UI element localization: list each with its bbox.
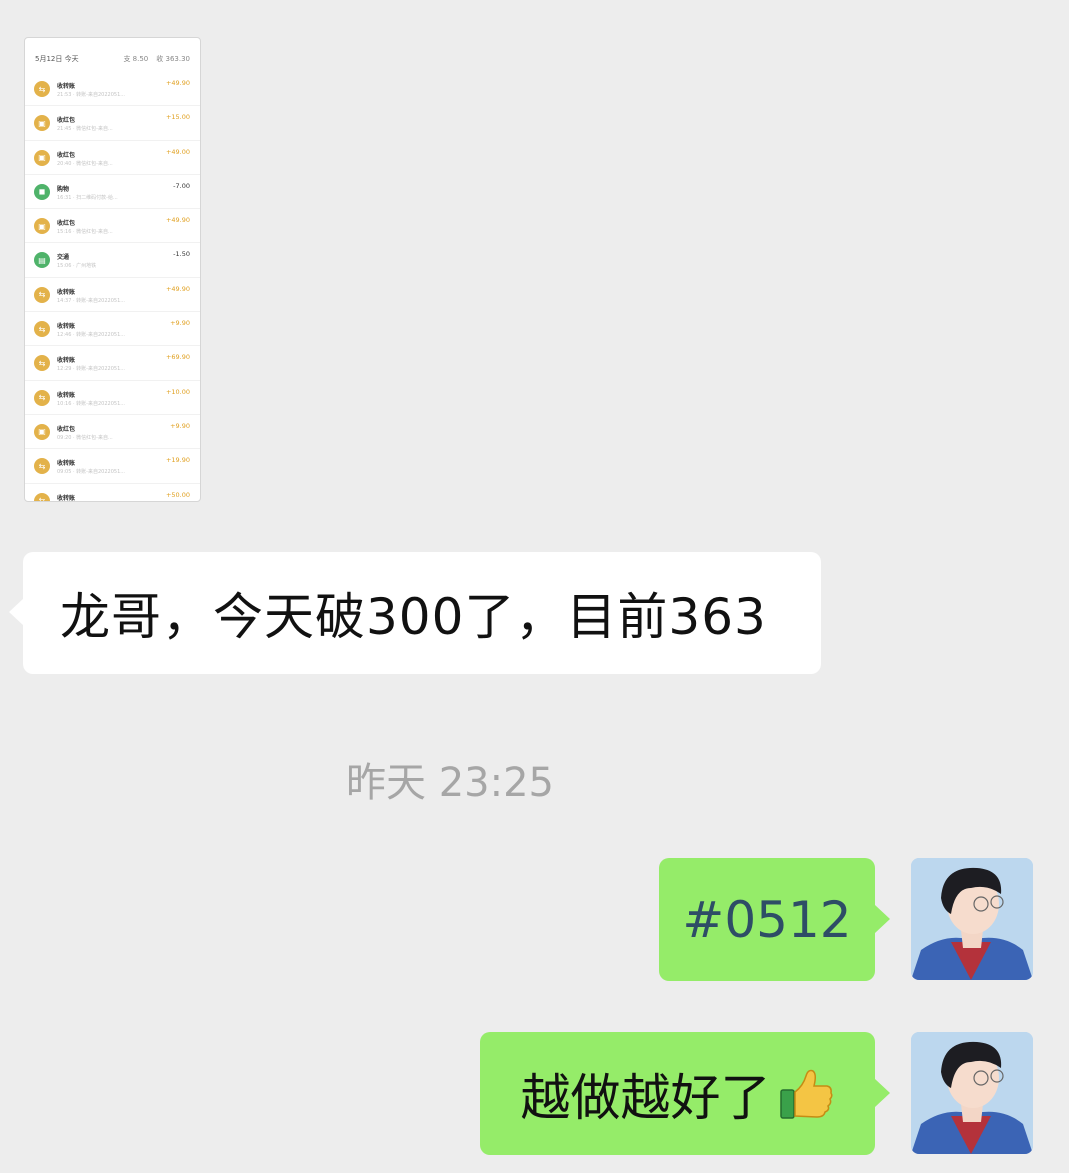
message-timestamp: 昨天 23:25 [346, 760, 554, 806]
expense-total: 支 8.50 [123, 55, 149, 63]
transfer-icon: ⇆ [34, 81, 50, 97]
transaction-amount: +15.00 [165, 113, 190, 122]
transfer-icon: ⇆ [34, 492, 50, 501]
transaction-title: 收红包 [57, 151, 76, 159]
transaction-title: 收转账 [57, 494, 76, 502]
transaction-amount: +9.90 [170, 421, 190, 430]
bill-header: 5月12日 今天 支 8.50 收 363.30 [25, 38, 200, 72]
transaction-detail: 09:05 · 转账-来自2022051... [57, 469, 126, 476]
transaction-detail: 15:16 · 微信红包-来自... [57, 229, 113, 236]
transaction-title: 收转账 [57, 391, 76, 399]
transaction-row: ⇆ 收转账 09:05 · 转账-来自2022051... +19.90 [25, 449, 200, 484]
transaction-detail: 15:06 · 广州地铁 [57, 263, 97, 270]
transaction-title: 收转账 [57, 83, 76, 90]
transaction-amount: +10.00 [165, 387, 190, 396]
incoming-message-bubble[interactable]: 龙哥，今天破300了，目前363 [9, 552, 821, 674]
transaction-detail: 16:31 · 扫二维码付款-给... [57, 194, 118, 201]
transaction-amount: -1.50 [173, 250, 190, 259]
transport-icon: ▤ [34, 252, 50, 269]
transaction-detail: 12:29 · 转账-来自2022051... [57, 366, 126, 373]
transaction-amount: +19.90 [165, 456, 190, 465]
transaction-title: 收红包 [57, 117, 76, 125]
transaction-amount: +69.90 [165, 353, 190, 362]
transaction-row: ▣ 收红包 20:40 · 微信红包-来自... +49.00 [25, 141, 200, 175]
thumbs-up-icon [779, 1069, 833, 1119]
transaction-title: 交通 [57, 254, 70, 262]
transfer-icon: ⇆ [34, 458, 50, 475]
redpacket-icon: ▣ [34, 115, 50, 132]
transaction-amount: +9.90 [170, 319, 190, 328]
transaction-detail: 12:46 · 转账-来自2022051... [57, 332, 126, 339]
transaction-row: ⇆ 收转账 21:53 · 转账-来自2022051... +49.90 [25, 72, 200, 107]
transaction-list: ⇆ 收转账 21:53 · 转账-来自2022051... +49.90 ▣ 收红包 21:… [25, 72, 200, 502]
transaction-title: 收转账 [57, 460, 76, 468]
income-total: 收 363.30 [156, 55, 190, 63]
transaction-row: ⇆ 收转账 14:37 · 转账-来自2022051... +49.90 [25, 278, 200, 313]
transaction-title: 收转账 [57, 288, 76, 296]
avatar[interactable] [911, 858, 1033, 980]
transaction-row: ⇆ 收转账 12:29 · 转账-来自2022051... +69.90 [25, 346, 200, 381]
transaction-detail: 20:40 · 微信红包-来自... [57, 160, 113, 167]
redpacket-icon: ▣ [34, 423, 50, 440]
bill-date: 5月12日 今天 [35, 55, 79, 63]
transfer-icon: ⇆ [34, 286, 50, 303]
transaction-amount: +49.90 [165, 216, 190, 225]
transaction-row: ⇆ 收转账 12:46 · 转账-来自2022051... +9.90 [25, 312, 200, 347]
transaction-detail: 14:37 · 转账-来自2022051... [57, 297, 126, 304]
transaction-row: ▣ 收红包 09:20 · 微信红包-来自... +9.90 [25, 415, 200, 450]
transaction-title: 收红包 [57, 220, 76, 228]
transaction-row: ▣ 收红包 21:45 · 微信红包-来自... +15.00 [25, 106, 200, 141]
transaction-row: ⇆收转账09:04 · 转账-来自2022051...+50.00 [25, 484, 200, 502]
transaction-row: ▣ 收红包 15:16 · 微信红包-来自... +49.90 [25, 209, 200, 244]
transaction-detail: 10:16 · 转账-来自2022051... [57, 400, 126, 407]
transaction-detail: 21:53 · 转账-来自2022051... [57, 92, 126, 98]
outgoing-message-text-2: 越做越好了 [520, 1068, 771, 1127]
transaction-row: ⇆ 收转账 10:16 · 转账-来自2022051... +10.00 [25, 381, 200, 415]
avatar[interactable] [911, 1032, 1033, 1154]
transaction-title: 收转账 [57, 323, 76, 331]
avatar-image [911, 858, 1033, 980]
transaction-title: 购物 [57, 185, 70, 193]
redpacket-icon: ▣ [34, 218, 50, 235]
transfer-icon: ⇆ [34, 321, 50, 338]
transaction-title: 收红包 [57, 425, 76, 433]
outgoing-message-bubble-2[interactable]: 越做越好了 [480, 1032, 890, 1155]
transaction-amount: -7.00 [173, 181, 190, 190]
transaction-row: ▤ 交通 15:06 · 广州地铁 -1.50 [25, 243, 200, 278]
transfer-icon: ⇆ [34, 355, 50, 372]
transaction-amount: +49.90 [165, 79, 190, 87]
transaction-amount: +49.90 [165, 284, 190, 293]
outgoing-message-bubble-1[interactable]: #0512 [659, 858, 890, 981]
transaction-title: 收转账 [57, 357, 76, 365]
avatar-image [911, 1032, 1033, 1154]
redpacket-icon: ▣ [34, 149, 50, 166]
transfer-icon: ⇆ [34, 389, 50, 406]
outgoing-message-text-1: #0512 [682, 890, 852, 949]
transaction-detail: 21:45 · 微信红包-来自... [57, 126, 113, 133]
transaction-amount: +49.00 [165, 147, 190, 156]
transaction-row: ◼ 购物 16:31 · 扫二维码付款-给... -7.00 [25, 175, 200, 210]
transaction-detail: 09:20 · 微信红包-来自... [57, 434, 113, 441]
transaction-amount: +50.00 [165, 490, 190, 499]
shopping-icon: ◼ [34, 183, 50, 200]
shared-bill-screenshot[interactable]: 5月12日 今天 支 8.50 收 363.30 ⇆ 收转账 21:53 · 转账-… [24, 37, 201, 502]
incoming-message-text: 龙哥，今天破300了，目前363 [60, 588, 767, 646]
